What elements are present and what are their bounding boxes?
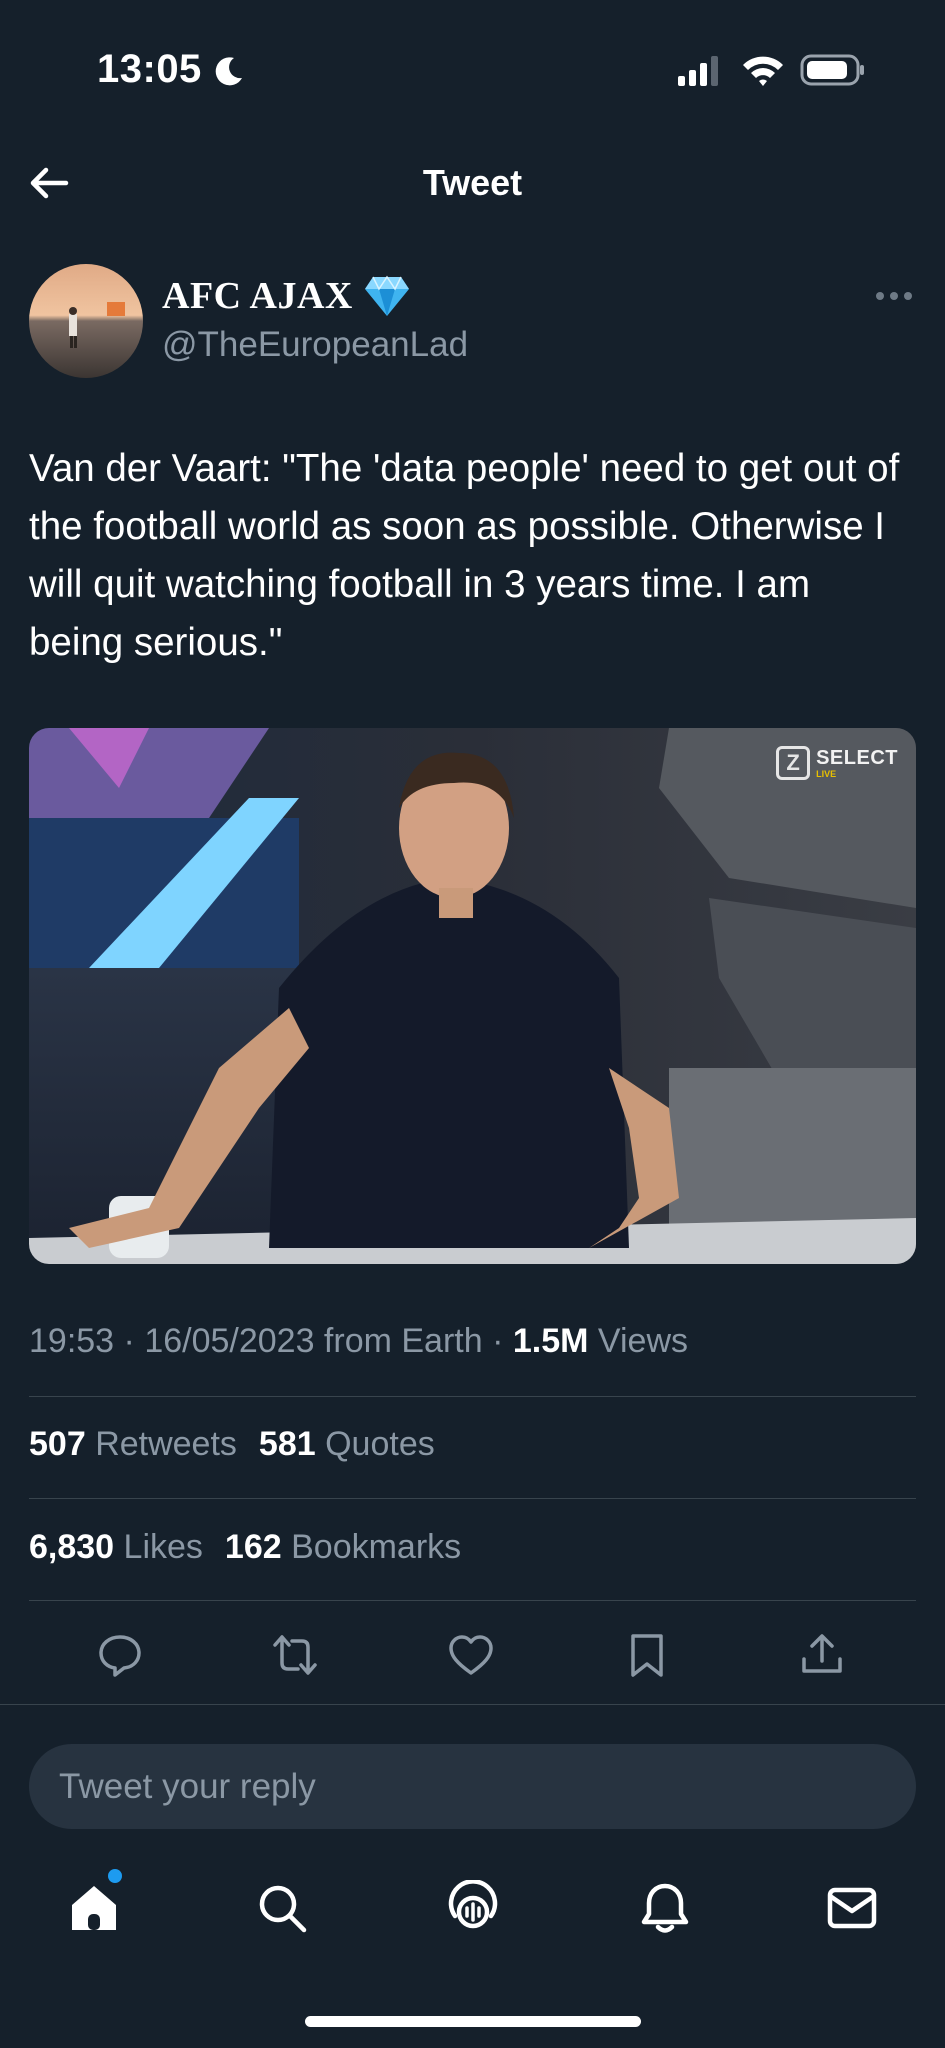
tweet-media-image (29, 728, 916, 1264)
tweet-media[interactable]: Z SELECT LIVE (29, 728, 916, 1264)
like-icon[interactable] (447, 1631, 495, 1679)
author-name: AFC AJAX (162, 275, 353, 317)
messages-icon[interactable] (824, 1880, 880, 1936)
spaces-icon[interactable] (445, 1880, 501, 1936)
retweet-icon[interactable] (271, 1631, 319, 1679)
quotes-label: Quotes (325, 1425, 435, 1463)
divider (0, 1704, 945, 1705)
reply-icon[interactable] (96, 1631, 144, 1679)
tweet-time: 19:53 (29, 1322, 115, 1360)
notifications-icon[interactable] (637, 1880, 693, 1936)
reply-input[interactable] (29, 1744, 916, 1829)
likes-label: Likes (123, 1528, 203, 1566)
search-icon[interactable] (254, 1880, 310, 1936)
likes-stat[interactable]: 6,830 Likes (29, 1528, 203, 1567)
divider (29, 1600, 916, 1601)
bookmarks-count: 162 (224, 1528, 282, 1566)
author-name-row[interactable]: AFC AJAX (162, 274, 411, 318)
home-icon[interactable] (66, 1880, 122, 1936)
cellular-signal-icon (678, 56, 718, 86)
nav-header: Tweet (0, 140, 945, 230)
views-label: Views (597, 1322, 689, 1360)
battery-icon (800, 54, 864, 86)
more-options-icon[interactable] (874, 286, 914, 306)
status-time: 13:05 (97, 47, 202, 91)
quotes-stat[interactable]: 581 Quotes (259, 1425, 435, 1464)
stats-row-shares: 507 Retweets 581 Quotes (29, 1425, 435, 1464)
reply-box (29, 1744, 916, 1829)
tweet-source: from Earth (314, 1322, 483, 1360)
notification-dot (108, 1869, 122, 1883)
likes-count: 6,830 (29, 1528, 115, 1566)
moon-icon (215, 57, 242, 86)
tweet-date: 16/05/2023 (144, 1322, 315, 1360)
tweet-meta: 19:53 · 16/05/2023 from Earth · 1.5M Vie… (29, 1322, 688, 1361)
media-logo-mark: Z (776, 746, 811, 780)
media-logo-text: SELECT (816, 746, 898, 769)
media-logo: Z SELECT LIVE (776, 746, 898, 780)
stats-row-likes: 6,830 Likes 162 Bookmarks (29, 1528, 461, 1567)
views-count: 1.5M (512, 1322, 589, 1360)
share-icon[interactable] (798, 1631, 846, 1679)
wifi-icon (743, 56, 783, 86)
meta-separator: · (114, 1322, 145, 1360)
retweets-count: 507 (29, 1425, 86, 1463)
tweet-text: Van der Vaart: "The 'data people' need t… (29, 447, 900, 664)
bookmark-icon[interactable] (623, 1631, 671, 1679)
author-handle[interactable]: @TheEuropeanLad (162, 325, 468, 365)
divider (29, 1396, 916, 1397)
retweets-stat[interactable]: 507 Retweets (29, 1425, 237, 1464)
home-indicator[interactable] (305, 2016, 641, 2027)
status-bar: 13:05 (0, 0, 945, 140)
bookmarks-label: Bookmarks (291, 1528, 462, 1566)
media-logo-sub: LIVE (816, 768, 837, 779)
diamond-icon (364, 275, 409, 316)
retweets-label: Retweets (95, 1425, 237, 1463)
divider (29, 1498, 916, 1499)
meta-separator-2: · (482, 1322, 513, 1360)
page-title: Tweet (422, 162, 523, 203)
avatar[interactable] (29, 264, 143, 378)
avatar-image (29, 264, 143, 378)
bookmarks-stat[interactable]: 162 Bookmarks (225, 1528, 461, 1567)
quotes-count: 581 (258, 1425, 316, 1463)
